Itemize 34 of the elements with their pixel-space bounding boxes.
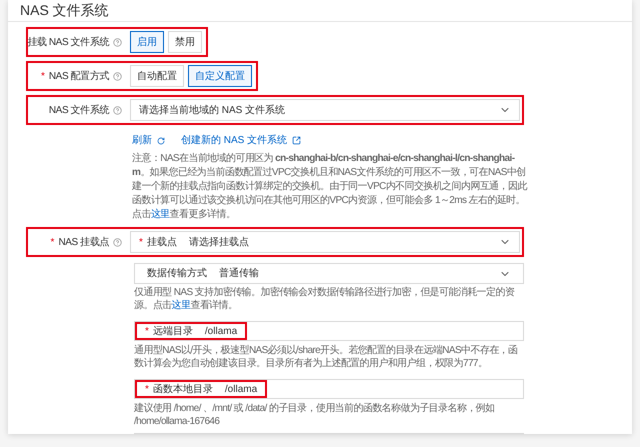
help-icon[interactable]	[113, 72, 122, 80]
note-text: 注意：NAS在当前地域的可用区为 cn-shanghai-b/cn-shanghai-e/cn-shanghai-l/cn-shanghai-m。如果您已经为当前函数配置过VPC交换机且和NAS文件系统的可用区不一致，可在NAS中创建一个新的挂载点指向函数计算绑定的交换机。由于同一VPC内不同交换机之间内网互通，因此函数计算可以通过该交换机访问在其他可用区的VPC内资源，但可能会多 1～2ms 左右的延时。点击这里查看更多详情。	[132, 152, 528, 222]
help-icon[interactable]	[113, 106, 122, 114]
option-button[interactable]: 自动配置	[130, 65, 184, 87]
help-text: 建议使用 /home/ 、/mnt/ 或 /data/ 的子目录，使用当前的函数名称做为子目录名称，例如 /home/ollama-167646	[134, 402, 496, 428]
help-icon[interactable]	[113, 38, 122, 46]
help-text: 通用型NAS以/开头，极速型NAS必须以/share开头。若您配置的目录在远端NAS中不存在，函数计算会为您自动创建该目录。目录所有者为上述配置的用户和用户组，权限为777。	[134, 344, 518, 370]
details-link[interactable]: 这里	[150, 209, 170, 220]
input-field[interactable]: * 函数本地目录 /ollama	[134, 379, 524, 399]
create-link[interactable]: 创建新的 NAS 文件系统	[181, 133, 302, 148]
refresh-icon	[157, 136, 165, 144]
help-text: 仅通用型 NAS 支持加密传输。加密传输会对数据传输路径进行加密，但是可能消耗一定的资源。点击这里查看详情。	[134, 286, 516, 312]
field-label: NAS 配置方式	[48, 70, 109, 84]
select-field[interactable]: 数据传输方式 普通传输	[134, 263, 524, 284]
required-marker: *	[139, 236, 143, 250]
required-marker: *	[50, 236, 54, 250]
select-field[interactable]: 请选择当前地域的 NAS 文件系统	[130, 99, 520, 121]
details-link[interactable]: 这里	[172, 300, 190, 311]
option-button[interactable]: 禁用	[168, 31, 202, 53]
external-link-icon	[292, 136, 302, 145]
highlight-frame: * 函数本地目录 /ollama	[135, 380, 268, 398]
option-button[interactable]: 启用	[130, 31, 164, 53]
option-button[interactable]: 自定义配置	[188, 65, 252, 87]
select-field[interactable]: * 挂载点 请选择挂载点	[130, 231, 520, 253]
required-marker: *	[145, 324, 149, 338]
highlight-frame: * 远端目录 /ollama	[135, 322, 248, 340]
field-label: NAS 文件系统	[48, 104, 109, 118]
help-icon[interactable]	[113, 238, 122, 246]
section-title: NAS 文件系统	[20, 1, 109, 20]
field-label: NAS 挂载点	[58, 236, 109, 250]
input-field[interactable]: * 远端目录 /ollama	[134, 321, 524, 341]
required-marker: *	[145, 382, 149, 396]
required-marker: *	[40, 70, 45, 84]
refresh-link[interactable]: 刷新	[132, 133, 165, 148]
